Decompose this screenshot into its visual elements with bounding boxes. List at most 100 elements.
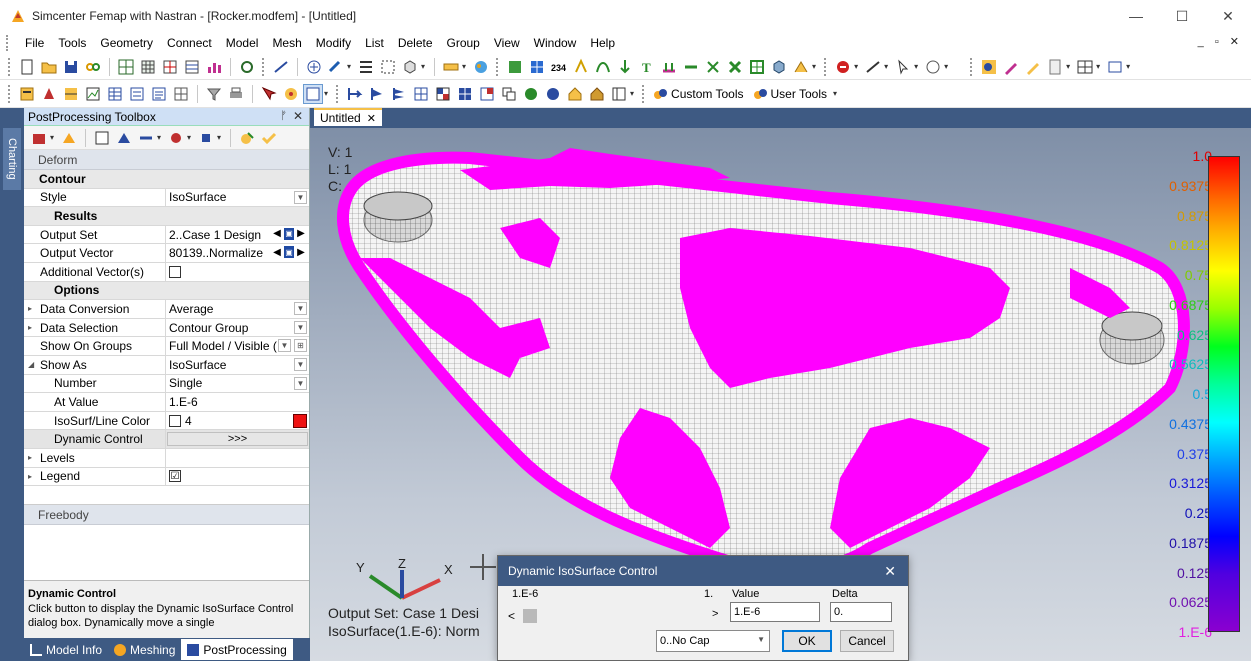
grid-tool-2-icon[interactable] (161, 58, 179, 76)
pan-icon[interactable] (305, 58, 323, 76)
prev-arrow-icon[interactable]: ◀ (272, 228, 282, 240)
align-left-icon[interactable] (346, 85, 364, 103)
zoom-dropdown-icon[interactable]: ▾ (347, 62, 351, 71)
toolbox-tool-7-icon[interactable] (197, 129, 215, 147)
isosurf-color-checkbox[interactable] (169, 414, 181, 427)
user-tools-menu[interactable]: User Tools (752, 86, 827, 102)
additional-vectors-row[interactable]: Additional Vector(s) (24, 262, 309, 282)
legend-checkbox[interactable]: ☑ (169, 470, 181, 483)
clock-tool-icon[interactable] (924, 58, 942, 76)
entity-editor-icon[interactable] (62, 85, 80, 103)
output-vector-field[interactable]: 80139..Normalize ◀ ▣ ▶ (166, 244, 309, 262)
number-tool-icon[interactable]: 234 (550, 58, 568, 76)
mdi-controls[interactable]: _ ▫ ✕ (1198, 35, 1243, 48)
home-tool-2-icon[interactable] (588, 85, 606, 103)
panel-dropdown-icon[interactable]: ▾ (630, 89, 634, 98)
group-select-icon[interactable]: ⊞ (294, 339, 307, 353)
ruler-dropdown-icon[interactable]: ▾ (462, 62, 466, 71)
paint-icon[interactable] (472, 58, 490, 76)
expand-arrow-icon[interactable]: ▸ (28, 323, 32, 332)
contour-category[interactable]: Contour (24, 170, 309, 189)
dialog-close-icon[interactable]: ✕ (884, 563, 896, 580)
ruler-icon[interactable] (442, 58, 460, 76)
toolbar-overflow-icon[interactable]: ▾ (833, 89, 837, 98)
grid-color-2-icon[interactable] (456, 85, 474, 103)
tree-layout-icon[interactable] (522, 85, 540, 103)
tab-meshing[interactable]: Meshing (108, 639, 181, 660)
menu-view[interactable]: View (487, 36, 527, 50)
grid-select-icon[interactable] (748, 58, 766, 76)
deform-section[interactable]: Deform (24, 150, 309, 170)
levels-row[interactable]: ▸ Levels (24, 448, 309, 468)
dynamic-control-button[interactable]: >>> (167, 432, 308, 447)
curve-tool-icon[interactable] (594, 58, 612, 76)
style-row[interactable]: Style IsoSurface ▼ (24, 188, 309, 208)
show-as-select[interactable]: IsoSurface ▼ (166, 356, 309, 374)
toolbox-tool-8-icon[interactable] (238, 129, 256, 147)
menu-group[interactable]: Group (440, 36, 487, 50)
meshing-tool-icon[interactable] (40, 85, 58, 103)
toolbox-tool-2-icon[interactable] (60, 129, 78, 147)
style-select[interactable]: IsoSurface ▼ (166, 189, 309, 207)
data-selection-row[interactable]: ▸ Data Selection Contour Group ▼ (24, 318, 309, 338)
cancel-button[interactable]: Cancel (840, 630, 894, 652)
cursor-dropdown-icon[interactable]: ▾ (914, 62, 918, 71)
cap-select[interactable]: 0..No Cap ▼ (656, 630, 770, 652)
toolbox-tool-1-dropdown-icon[interactable]: ▾ (50, 133, 54, 142)
minimize-button[interactable]: — (1113, 0, 1159, 32)
cube-dropdown-icon[interactable]: ▾ (421, 62, 425, 71)
tab-close-icon[interactable]: ✕ (367, 112, 376, 125)
layout-tool-icon[interactable] (1076, 58, 1094, 76)
grid-color-3-icon[interactable] (478, 85, 496, 103)
results-category[interactable]: Results (24, 207, 309, 226)
output-set-row[interactable]: Output Set 2..Case 1 Design ◀ ▣ ▶ (24, 225, 309, 245)
toolbox-tool-1-icon[interactable] (30, 129, 48, 147)
toolbox-tool-5-icon[interactable] (137, 129, 155, 147)
page-tool-icon[interactable] (1046, 58, 1064, 76)
select-box-icon[interactable]: ▣ (284, 246, 294, 259)
chevron-down-icon[interactable]: ▼ (757, 635, 765, 644)
toolbox-tool-3-icon[interactable] (93, 129, 111, 147)
additional-vectors-checkbox[interactable] (169, 265, 181, 278)
text-tool-icon[interactable]: T (638, 58, 656, 76)
menu-mesh[interactable]: Mesh (265, 36, 308, 50)
tab-untitled[interactable]: Untitled ✕ (314, 108, 382, 126)
toolbox-tool-7-dropdown-icon[interactable]: ▾ (217, 133, 221, 142)
constraint-tool-icon[interactable] (660, 58, 678, 76)
select-icon[interactable] (379, 58, 397, 76)
messages-tool-icon[interactable] (150, 85, 168, 103)
solid-tool-icon[interactable] (770, 58, 788, 76)
expand-arrow-icon[interactable]: ▸ (28, 453, 32, 462)
tab-model-info[interactable]: Model Info (24, 639, 108, 660)
at-value-row[interactable]: At Value 1.E-6 (24, 393, 309, 412)
home-tool-icon[interactable] (566, 85, 584, 103)
pick-tool-icon[interactable] (282, 85, 300, 103)
delete-dropdown-icon[interactable]: ▾ (854, 62, 858, 71)
select-box-icon[interactable]: ▣ (284, 227, 294, 240)
connect-tool-icon[interactable] (572, 58, 590, 76)
menu-connect[interactable]: Connect (160, 36, 219, 50)
collapse-arrow-icon[interactable]: ◢ (28, 360, 34, 369)
cursor-tool-icon[interactable] (894, 58, 912, 76)
isosurf-color-row[interactable]: IsoSurf/Line Color 4 (24, 411, 309, 431)
levels-value[interactable] (166, 449, 309, 467)
charting-side-tab[interactable]: Charting (3, 128, 21, 190)
chevron-down-icon[interactable]: ▼ (294, 302, 307, 316)
value-slider[interactable]: < (508, 608, 718, 624)
cross-tool-icon[interactable] (726, 58, 744, 76)
menu-window[interactable]: Window (527, 36, 584, 50)
select-entity-icon[interactable] (260, 85, 278, 103)
number-select[interactable]: Single ▼ (166, 375, 309, 393)
close-button[interactable]: ✕ (1205, 0, 1251, 32)
view-icon[interactable] (272, 58, 290, 76)
window-tool-icon[interactable] (1106, 58, 1124, 76)
toolbox-tool-5-dropdown-icon[interactable]: ▾ (157, 133, 161, 142)
zoom-icon[interactable] (327, 58, 345, 76)
rotate-icon[interactable] (238, 58, 256, 76)
tab-postprocessing[interactable]: PostProcessing (181, 639, 293, 660)
expand-arrow-icon[interactable]: ▸ (28, 304, 32, 313)
align-flag-icon[interactable] (368, 85, 386, 103)
save-icon[interactable] (62, 58, 80, 76)
grid-tool-3-icon[interactable] (183, 58, 201, 76)
isosurf-color-field[interactable]: 4 (166, 412, 309, 430)
